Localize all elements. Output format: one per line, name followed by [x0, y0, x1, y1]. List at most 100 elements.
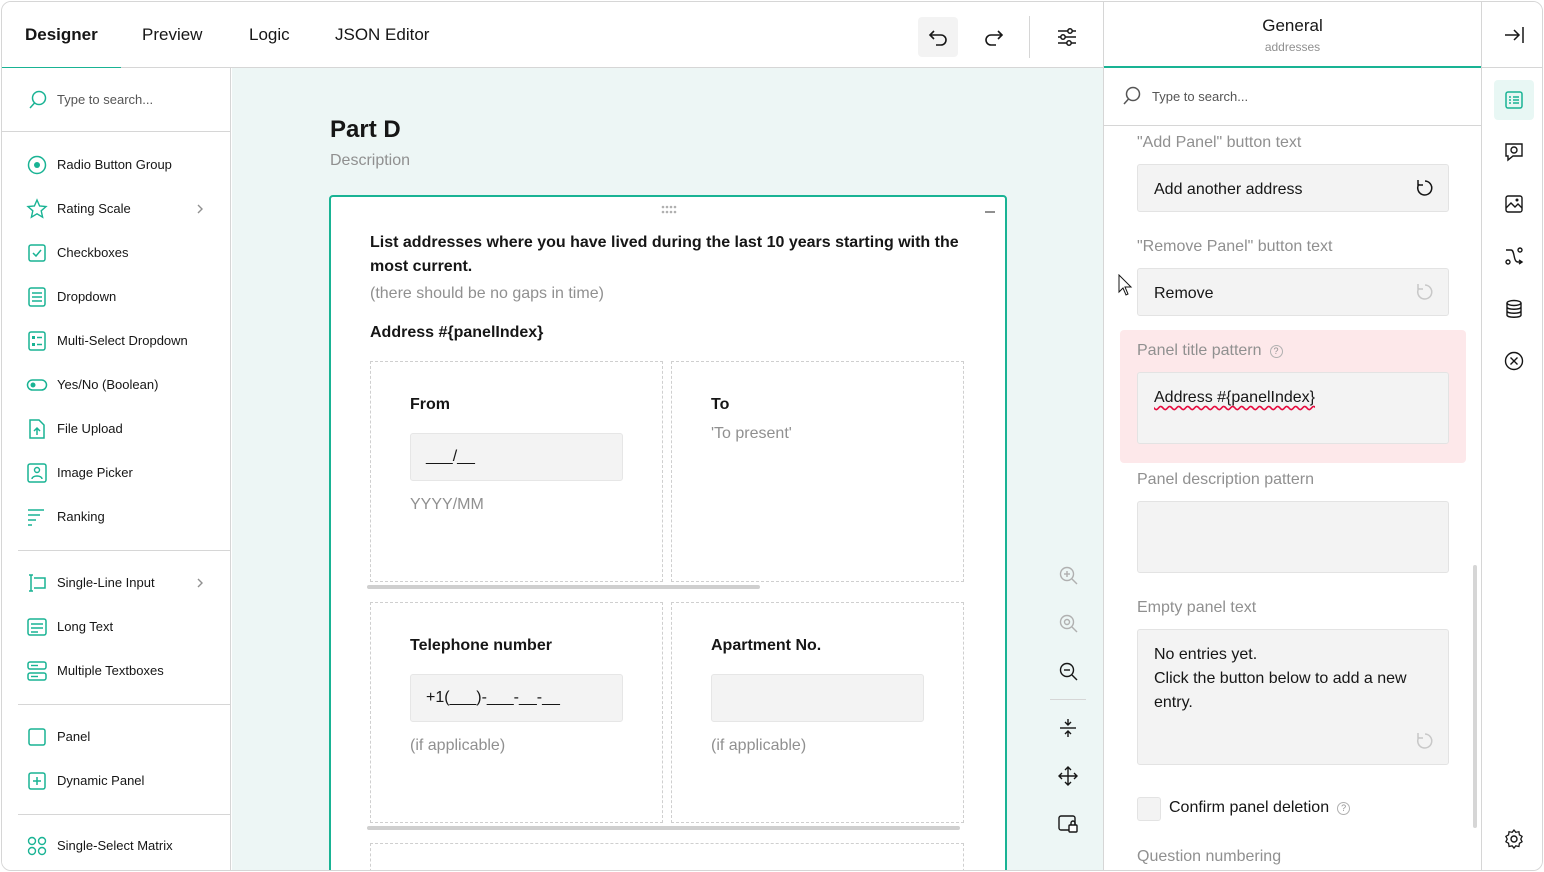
undo-button[interactable]: [918, 17, 958, 57]
zoom-to-fit-icon: [1059, 614, 1078, 633]
toolbox-search[interactable]: Type to search...: [2, 68, 230, 132]
radio-icon: [27, 155, 47, 175]
horizontal-scrollbar[interactable]: [367, 585, 760, 589]
file-upload-icon: [29, 419, 45, 439]
apartment-input[interactable]: [711, 674, 924, 722]
page-description[interactable]: Description: [330, 152, 410, 170]
confirm-panel-deletion-checkbox[interactable]: [1137, 797, 1161, 821]
from-date-input[interactable]: ___/__: [410, 433, 623, 481]
cell-from[interactable]: From ___/__ YYYY/MM: [370, 361, 663, 582]
rail-global-settings[interactable]: [1494, 819, 1534, 859]
zoom-to-fit-button[interactable]: [1050, 606, 1086, 642]
chevron-right-icon[interactable]: [194, 574, 206, 592]
toolbox-item-image-picker[interactable]: Image Picker: [2, 451, 230, 495]
rail-tab-general[interactable]: [1494, 80, 1534, 120]
toolbox-item-long-text[interactable]: Long Text: [2, 605, 230, 649]
tab-designer[interactable]: Designer: [2, 2, 121, 69]
toolbox-item-radio-button-group[interactable]: Radio Button Group: [2, 143, 230, 187]
toolbox-item-boolean[interactable]: Yes/No (Boolean): [2, 363, 230, 407]
rail-tab-logo[interactable]: [1494, 132, 1534, 172]
toolbox-item-ranking[interactable]: Ranking: [2, 495, 230, 539]
rail-tab-logic[interactable]: [1494, 236, 1534, 276]
toolbox-search-placeholder: Type to search...: [57, 92, 154, 107]
cell-to[interactable]: To 'To present': [671, 361, 964, 582]
dynamic-panel-question[interactable]: List addresses where you have lived duri…: [329, 195, 1007, 870]
zoom-in-button[interactable]: [1050, 558, 1086, 594]
toolbox-item-label: Single-Line Input: [57, 575, 155, 590]
image-settings-icon: [1505, 195, 1523, 213]
property-category-title: General: [1262, 16, 1323, 35]
toolbox-item-label: Multiple Textboxes: [57, 663, 164, 678]
toolbox-item-label: Panel: [57, 729, 91, 744]
telephone-input[interactable]: +1(___)-___-__-__: [410, 674, 623, 722]
search-icon: [1123, 86, 1141, 105]
question-placeholder: 'To present': [711, 425, 792, 442]
toolbox-item-panel[interactable]: Panel: [2, 715, 230, 759]
panel-description-pattern-label: Panel description pattern: [1137, 471, 1314, 488]
toolbox-item-checkboxes[interactable]: Checkboxes: [2, 231, 230, 275]
help-icon[interactable]: ?: [1337, 802, 1351, 815]
collapse-all-button[interactable]: [1050, 710, 1086, 746]
collapse-panel-button[interactable]: [1482, 2, 1542, 68]
help-icon[interactable]: ?: [1269, 345, 1283, 358]
toolbox-item-dynamic-panel[interactable]: Dynamic Panel: [2, 759, 230, 803]
tab-preview[interactable]: Preview: [142, 2, 202, 68]
toolbox-item-label: Dropdown: [57, 289, 117, 304]
property-grid-header: General addresses: [1104, 2, 1481, 68]
toolbox-item-single-select-matrix[interactable]: Single-Select Matrix: [2, 824, 230, 868]
panel-title-pattern-input[interactable]: Address #{panelIndex}: [1137, 372, 1449, 444]
collapse-question-icon[interactable]: [985, 211, 995, 213]
lock-question-icon: [1058, 815, 1078, 833]
redo-icon: [985, 30, 1004, 46]
rail-tab-image[interactable]: [1494, 184, 1534, 224]
vertical-scrollbar[interactable]: [1473, 565, 1477, 828]
question-description[interactable]: (there should be no gaps in time): [370, 285, 604, 303]
remove-panel-text-input[interactable]: Remove: [1137, 268, 1449, 316]
toolbox-item-label: Image Picker: [57, 465, 133, 480]
design-canvas: Part D Description List addresses where …: [232, 68, 1103, 870]
toolbox-item-dropdown[interactable]: Dropdown: [2, 275, 230, 319]
horizontal-scrollbar[interactable]: [367, 826, 960, 830]
toolbox-item-multi-select-dropdown[interactable]: Multi-Select Dropdown: [2, 319, 230, 363]
reset-icon[interactable]: [1414, 177, 1436, 199]
panel-icon: [28, 728, 46, 746]
rail-tab-validation[interactable]: [1494, 341, 1534, 381]
cell-next-row[interactable]: [370, 843, 964, 870]
input-value: No entries yet. Click the button below to…: [1154, 643, 1434, 715]
general-properties-icon: [1505, 91, 1523, 109]
logic-icon: [1505, 247, 1524, 265]
toolbox-item-rating-scale[interactable]: Rating Scale: [2, 187, 230, 231]
validation-icon: [1504, 351, 1524, 371]
settings-sliders-icon: [1058, 28, 1076, 46]
input-mask: +1(___)-___-__-__: [426, 689, 560, 706]
confirm-panel-deletion-label[interactable]: Confirm panel deletion?: [1169, 799, 1351, 817]
data-icon: [1506, 299, 1522, 318]
toolbox-separator: [18, 814, 230, 815]
page-title[interactable]: Part D: [330, 116, 401, 144]
expand-all-button[interactable]: [1050, 758, 1086, 794]
toolbox: Type to search... Radio Button Group Rat…: [2, 68, 231, 870]
add-panel-text-input[interactable]: Add another address: [1137, 164, 1449, 212]
chevron-right-icon[interactable]: [194, 200, 206, 218]
tab-logic[interactable]: Logic: [249, 2, 290, 68]
property-search[interactable]: Type to search...: [1104, 68, 1481, 126]
cell-apartment[interactable]: Apartment No. (if applicable): [671, 602, 964, 823]
tab-json-editor[interactable]: JSON Editor: [335, 2, 429, 68]
toolbox-item-file-upload[interactable]: File Upload: [2, 407, 230, 451]
empty-panel-text-input[interactable]: No entries yet. Click the button below to…: [1137, 629, 1449, 765]
question-title[interactable]: List addresses where you have lived duri…: [370, 231, 960, 279]
toolbox-item-multiple-textboxes[interactable]: Multiple Textboxes: [2, 649, 230, 693]
settings-button[interactable]: [1047, 17, 1087, 57]
rail-tab-data[interactable]: [1494, 289, 1534, 329]
search-icon: [29, 90, 47, 109]
matrix-icon: [27, 836, 47, 856]
zoom-out-button[interactable]: [1050, 654, 1086, 690]
toolbox-item-single-line-input[interactable]: Single-Line Input: [2, 561, 230, 605]
tagbox-icon: [28, 331, 46, 351]
cell-telephone[interactable]: Telephone number +1(___)-___-__-__ (if a…: [370, 602, 663, 823]
panel-description-pattern-input[interactable]: [1137, 501, 1449, 573]
lock-question-button[interactable]: [1050, 806, 1086, 842]
input-value: Address #{panelIndex}: [1154, 389, 1316, 406]
redo-button[interactable]: [974, 17, 1014, 57]
drag-handle-icon[interactable]: [661, 205, 677, 215]
